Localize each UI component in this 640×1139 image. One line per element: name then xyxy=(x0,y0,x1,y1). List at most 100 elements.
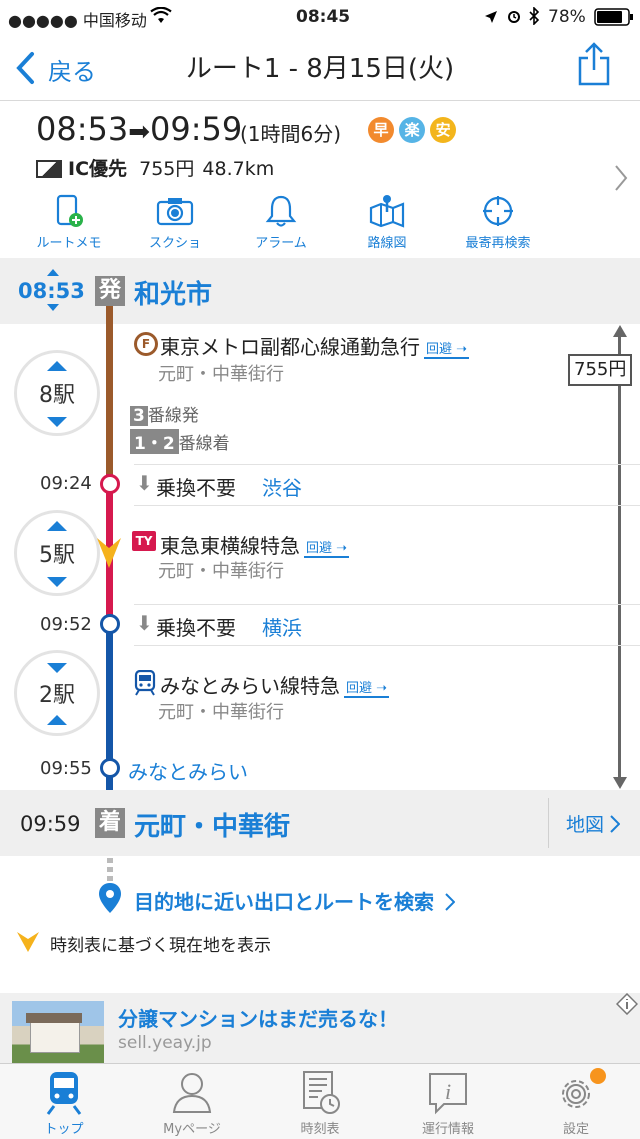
leg-line-name[interactable]: 東急東横線特急 回避 ➝ xyxy=(160,530,350,559)
origin-station-row[interactable]: 08:53 発 和光市 xyxy=(0,258,640,324)
leg-direction: 元町・中華街行 xyxy=(158,364,284,385)
share-button[interactable] xyxy=(578,42,610,90)
current-position-icon xyxy=(97,538,121,568)
stop-node xyxy=(100,758,120,778)
stop-count-circle[interactable]: 8駅 xyxy=(14,350,100,436)
timetable-note: 時刻表に基づく現在地を表示 xyxy=(50,936,271,956)
tab-mypage[interactable]: Myページ xyxy=(128,1070,256,1137)
battery-percent: 78% xyxy=(548,7,586,27)
easiest-badge: 楽 xyxy=(399,117,426,143)
tab-settings[interactable]: 設定 xyxy=(512,1070,640,1137)
fare-span-line xyxy=(618,332,621,782)
train-icon xyxy=(46,1072,82,1115)
notification-dot xyxy=(590,1068,606,1084)
transfer-row[interactable]: ⬇ 乗換不要 渋谷 xyxy=(134,464,640,506)
exit-search-label: 目的地に近い出口とルートを検索 xyxy=(134,890,434,914)
expand-up-icon xyxy=(47,521,67,531)
screenshot-label: スクショ xyxy=(148,236,201,251)
current-position-icon xyxy=(17,932,39,952)
transfer-station: 渋谷 xyxy=(262,476,302,500)
chevron-right-icon xyxy=(445,893,456,911)
back-label: 戻る xyxy=(48,58,96,86)
stop-time: 09:55 xyxy=(40,758,92,779)
share-icon xyxy=(578,42,610,86)
screenshot-button[interactable]: スクショ xyxy=(130,194,220,251)
info-icon: i xyxy=(429,1073,467,1115)
transfer-time: 09:24 xyxy=(40,473,92,494)
nearest-search-label: 最寄再検索 xyxy=(465,236,531,251)
tab-timetable[interactable]: 時刻表 xyxy=(256,1070,384,1137)
depart-time: 08:53 xyxy=(36,110,129,148)
cheapest-badge: 安 xyxy=(430,117,457,143)
avoid-link[interactable]: 回避 ➝ xyxy=(304,537,350,558)
total-fare: 755円 xyxy=(568,354,633,386)
timetable-icon xyxy=(303,1071,340,1114)
transfer-text: 乗換不要 xyxy=(156,476,236,500)
tab-service-info[interactable]: i 運行情報 xyxy=(384,1070,512,1137)
leg-line-name[interactable]: 東京メトロ副都心線通勤急行 回避 ➝ xyxy=(160,331,470,360)
route-map-label: 路線図 xyxy=(367,236,407,251)
transfer-time: 09:52 xyxy=(40,614,92,635)
map-button[interactable]: 地図 xyxy=(566,810,621,837)
arrive-time: 09:59 xyxy=(150,110,243,148)
crosshair-icon xyxy=(483,196,513,226)
carrier: ●●●●● 中国移动 xyxy=(8,11,147,30)
origin-time: 08:53 xyxy=(18,279,85,303)
fare-line: IC優先 755円 48.7km xyxy=(36,154,274,181)
status-bar: ●●●●● 中国移动 08:45 78% xyxy=(0,0,640,36)
arrival-platform: 1・2 番線着 xyxy=(130,429,230,454)
tab-top[interactable]: トップ xyxy=(0,1070,128,1137)
transfer-station: 横浜 xyxy=(262,616,302,640)
tab-bar: トップ Myページ 時刻表 i 運行情報 設定 xyxy=(0,1063,640,1139)
duration: (1時間6分) xyxy=(240,122,342,146)
alarm-label: アラーム xyxy=(255,236,307,251)
destination-time: 09:59 xyxy=(20,812,81,836)
leg-direction: 元町・中華街行 xyxy=(158,702,284,723)
stop-count-circle[interactable]: 2駅 xyxy=(14,650,100,736)
ad-info-icon[interactable] xyxy=(616,993,638,1015)
stop-count-circle[interactable]: 5駅 xyxy=(14,510,100,596)
chevron-right-icon xyxy=(610,815,621,833)
arrow-down-icon: ⬇ xyxy=(136,471,153,495)
route-map-icon xyxy=(369,195,405,228)
route-badges: 早 楽 安 xyxy=(368,117,457,143)
expand-up-icon xyxy=(47,715,67,725)
arrow-up-icon xyxy=(613,325,627,337)
avoid-link[interactable]: 回避 ➝ xyxy=(344,677,390,698)
origin-station: 和光市 xyxy=(134,280,213,310)
route-memo-button[interactable]: ルートメモ xyxy=(24,194,114,251)
avoid-link[interactable]: 回避 ➝ xyxy=(424,338,470,359)
ic-card-icon xyxy=(36,160,62,178)
expand-down-icon xyxy=(47,663,67,673)
svg-text:i: i xyxy=(445,1079,451,1104)
leg-direction: 元町・中華街行 xyxy=(158,561,284,582)
stop-count: 2駅 xyxy=(39,683,75,708)
wifi-icon xyxy=(150,6,172,30)
leg-line-name[interactable]: みなとみらい線特急 回避 ➝ xyxy=(160,670,390,699)
destination-station-row[interactable]: 09:59 着 元町・中華街 地図 xyxy=(0,790,640,856)
exit-search-link[interactable]: 目的地に近い出口とルートを検索 xyxy=(134,886,456,915)
transfer-node xyxy=(100,614,120,634)
transfer-row[interactable]: ⬇ 乗換不要 横浜 xyxy=(134,604,640,646)
stop-station[interactable]: みなとみらい xyxy=(128,756,248,785)
nearest-search-button[interactable]: 最寄再検索 xyxy=(448,194,548,251)
departure-platform: 3 番線発 xyxy=(130,401,199,426)
alarm-button[interactable]: アラーム xyxy=(236,194,326,251)
advertisement[interactable]: 分譲マンションはまだ売るな！ sell.yeay.jp xyxy=(0,993,640,1063)
fastest-badge: 早 xyxy=(368,117,394,143)
time-range: 08:53➡09:59 xyxy=(36,110,242,148)
map-label: 地図 xyxy=(566,814,605,836)
tab-label: トップ xyxy=(44,1122,84,1137)
ad-image xyxy=(12,1001,104,1063)
transfer-text: 乗換不要 xyxy=(156,616,236,640)
route-map-button[interactable]: 路線図 xyxy=(342,194,432,251)
divider xyxy=(548,798,549,848)
fare-mode: IC優先 xyxy=(68,158,128,180)
stop-count: 8駅 xyxy=(39,383,75,408)
line-name: みなとみらい線特急 xyxy=(160,674,340,698)
chevron-right-icon xyxy=(615,165,628,191)
location-arrow-icon xyxy=(484,9,498,29)
toyoko-line-icon: TY xyxy=(132,531,156,551)
navigation-bar: 戻る ルート1 - 8月15日(火) xyxy=(0,36,640,101)
line-segment-fukutoshin xyxy=(106,306,113,474)
